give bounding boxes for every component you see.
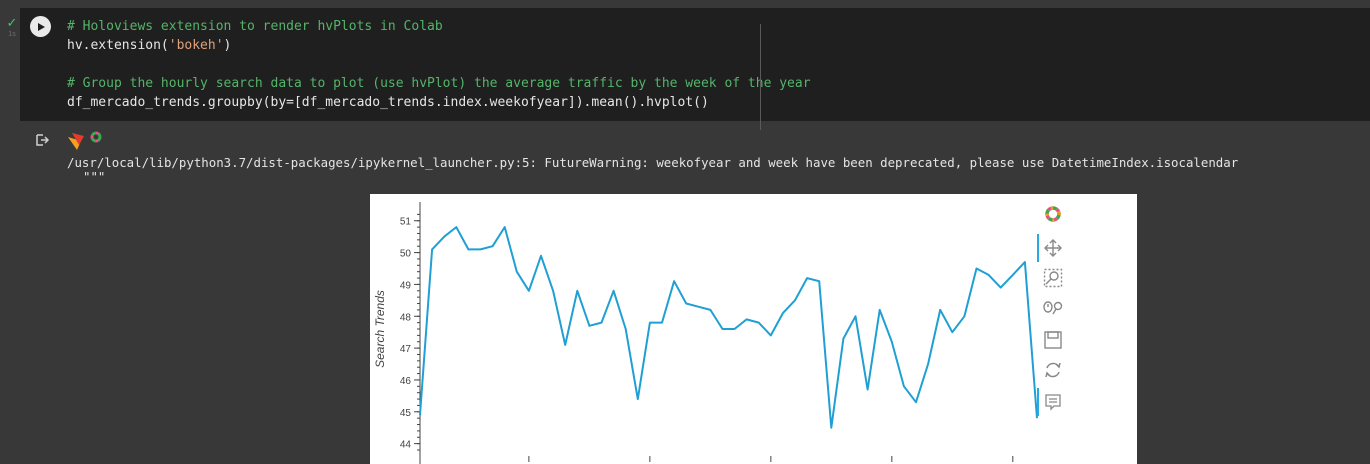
run-cell-button[interactable] — [30, 16, 51, 37]
box-zoom-icon[interactable] — [1041, 266, 1065, 290]
bokeh-logo-icon[interactable] — [1041, 202, 1065, 226]
code-token: # Holoviews extension to render hvPlots … — [67, 19, 443, 34]
pan-active-indicator — [1037, 234, 1039, 262]
holoviews-logo-icon — [68, 131, 102, 150]
y-tick-label: 49 — [400, 280, 412, 291]
code-token: hv.extension( — [67, 38, 169, 53]
code-line[interactable] — [67, 55, 811, 74]
y-tick-label: 50 — [400, 249, 412, 260]
plot-toolbar — [1037, 200, 1065, 420]
code-lines[interactable]: # Holoviews extension to render hvPlots … — [67, 17, 811, 112]
bokeh-plot[interactable]: 44454647484950511020304050Search Trends — [370, 194, 1137, 464]
code-token: 'bokeh' — [168, 38, 224, 53]
text-cursor — [760, 24, 761, 130]
y-axis-label: Search Trends — [373, 290, 387, 368]
hover-active-indicator — [1037, 388, 1039, 416]
save-icon[interactable] — [1041, 328, 1065, 352]
y-tick-label: 47 — [400, 344, 412, 355]
pan-icon[interactable] — [1041, 236, 1065, 260]
code-line[interactable]: # Holoviews extension to render hvPlots … — [67, 17, 811, 36]
code-line[interactable]: # Group the hourly search data to plot (… — [67, 74, 811, 93]
execution-time: 1s — [8, 31, 16, 38]
warning-continuation: """ — [83, 169, 106, 184]
output-redirect-icon[interactable] — [34, 132, 50, 148]
code-token: df_mercado_trends.groupby(by=[df_mercado… — [67, 95, 709, 110]
y-tick-label: 48 — [400, 312, 412, 323]
future-warning-text: /usr/local/lib/python3.7/dist-packages/i… — [67, 155, 1239, 170]
y-tick-label: 44 — [400, 440, 412, 451]
cell-output: /usr/local/lib/python3.7/dist-packages/i… — [67, 128, 1370, 464]
line-chart[interactable]: 44454647484950511020304050Search Trends — [370, 194, 1137, 464]
code-line[interactable]: df_mercado_trends.groupby(by=[df_mercado… — [67, 93, 811, 112]
y-tick-label: 51 — [400, 217, 412, 228]
play-icon — [37, 22, 45, 31]
hover-icon[interactable] — [1041, 390, 1065, 414]
y-tick-label: 45 — [400, 408, 412, 419]
wheel-zoom-icon[interactable] — [1041, 296, 1065, 320]
y-tick-label: 46 — [400, 376, 412, 387]
execution-check-icon: ✓ — [6, 15, 18, 30]
reset-icon[interactable] — [1041, 358, 1065, 382]
code-token: # Group the hourly search data to plot (… — [67, 76, 811, 91]
code-line[interactable]: hv.extension('bokeh') — [67, 36, 811, 55]
code-token: ) — [223, 38, 232, 53]
cell-execution-status: ✓ 1s — [4, 16, 20, 38]
series-line[interactable] — [419, 226, 1038, 429]
code-cell-editor[interactable]: # Holoviews extension to render hvPlots … — [20, 8, 1370, 130]
